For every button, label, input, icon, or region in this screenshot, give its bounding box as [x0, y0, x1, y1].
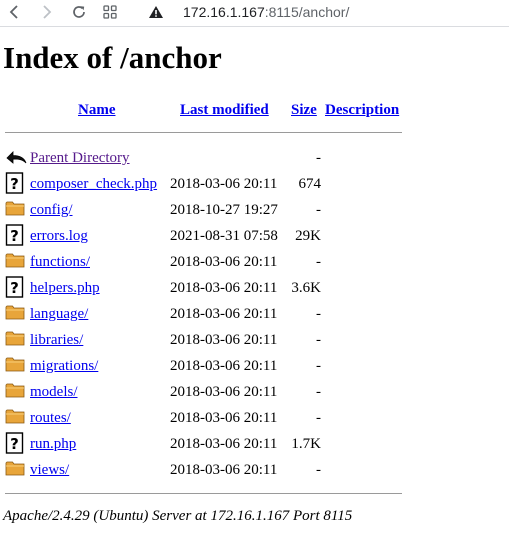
entry-link[interactable]: routes/ — [30, 409, 71, 427]
url-path: :8115/anchor/ — [264, 4, 350, 20]
last-modified-cell: 2018-03-06 20:11 — [170, 436, 278, 452]
last-modified-cell: 2018-03-06 20:11 — [170, 384, 278, 400]
forward-arrow-icon — [43, 5, 52, 19]
svg-text:?: ? — [10, 175, 19, 193]
size-cell: - — [316, 150, 321, 166]
folder-icon — [5, 302, 25, 324]
table-row: ? run.php 2018-03-06 20:11 1.7K — [0, 432, 420, 456]
reload-icon — [73, 6, 85, 18]
table-row: views/2018-03-06 20:11 - — [0, 458, 420, 482]
browser-toolbar: 172.16.1.167:8115/anchor/ — [0, 0, 509, 27]
svg-text:?: ? — [10, 227, 19, 245]
entry-link[interactable]: migrations/ — [30, 357, 98, 375]
entry-link[interactable]: errors.log — [30, 227, 88, 245]
unknown-file-icon: ? — [5, 432, 25, 454]
size-cell: - — [316, 462, 321, 478]
size-cell: - — [316, 384, 321, 400]
sort-by-description-link[interactable]: Description — [325, 101, 399, 119]
sort-by-last-modified-link[interactable]: Last modified — [180, 101, 269, 119]
server-signature: Apache/2.4.29 (Ubuntu) Server at 172.16.… — [3, 508, 353, 524]
table-row: ? helpers.php 2018-03-06 20:11 3.6K — [0, 276, 420, 300]
reload-button[interactable] — [69, 2, 89, 22]
size-cell: 29K — [295, 228, 321, 244]
size-cell: - — [316, 410, 321, 426]
forward-button[interactable] — [37, 2, 57, 22]
unknown-file-icon: ? — [5, 276, 25, 298]
svg-text:?: ? — [10, 435, 19, 453]
entry-link[interactable]: helpers.php — [30, 279, 100, 297]
footer-divider — [5, 493, 402, 494]
table-row: language/2018-03-06 20:11 - — [0, 302, 420, 326]
back-button[interactable] — [5, 2, 25, 22]
size-cell: - — [316, 332, 321, 348]
parent-directory-row: Parent Directory - — [0, 146, 420, 170]
table-row: ? composer_check.php 2018-03-06 20:11 674 — [0, 172, 420, 196]
entry-link[interactable]: language/ — [30, 305, 88, 323]
entry-link[interactable]: functions/ — [30, 253, 90, 271]
folder-icon — [5, 198, 25, 220]
entry-link[interactable]: views/ — [30, 461, 69, 479]
last-modified-cell: 2018-03-06 20:11 — [170, 280, 278, 296]
size-cell: - — [316, 306, 321, 322]
entry-link[interactable]: models/ — [30, 383, 78, 401]
table-row: routes/2018-03-06 20:11 - — [0, 406, 420, 430]
last-modified-cell: 2018-03-06 20:11 — [170, 358, 278, 374]
size-cell: - — [316, 358, 321, 374]
entry-link[interactable]: config/ — [30, 201, 73, 219]
folder-icon — [5, 380, 25, 402]
folder-icon — [5, 250, 25, 272]
header-divider — [5, 132, 402, 133]
back-arrow-icon — [5, 147, 27, 169]
size-cell: 674 — [298, 176, 322, 192]
parent-directory-link[interactable]: Parent Directory — [30, 149, 130, 167]
folder-icon — [5, 328, 25, 350]
url-host: 172.16.1.167 — [183, 4, 265, 20]
back-arrow-icon — [9, 5, 18, 19]
entry-link[interactable]: composer_check.php — [30, 175, 157, 193]
last-modified-cell: 2018-03-06 20:11 — [170, 332, 278, 348]
site-info-button[interactable] — [146, 2, 166, 22]
last-modified-cell: 2018-03-06 20:11 — [170, 176, 278, 192]
last-modified-cell: 2018-03-06 20:11 — [170, 306, 278, 322]
folder-icon — [5, 406, 25, 428]
last-modified-cell: 2018-03-06 20:11 — [170, 462, 278, 478]
last-modified-cell: 2018-10-27 19:27 — [170, 202, 278, 218]
entry-link[interactable]: libraries/ — [30, 331, 83, 349]
size-cell: - — [316, 254, 321, 270]
apps-button[interactable] — [100, 2, 120, 22]
size-cell: 1.7K — [291, 436, 321, 452]
entry-link[interactable]: run.php — [30, 435, 76, 453]
folder-icon — [5, 458, 25, 480]
svg-text:?: ? — [10, 279, 19, 297]
apps-grid-icon — [103, 5, 117, 19]
last-modified-cell: 2018-03-06 20:11 — [170, 410, 278, 426]
unknown-file-icon: ? — [5, 224, 25, 246]
warning-triangle-icon — [149, 6, 163, 18]
size-cell: 3.6K — [291, 280, 321, 296]
table-row: functions/2018-03-06 20:11 - — [0, 250, 420, 274]
sort-by-name-link[interactable]: Name — [78, 101, 116, 119]
last-modified-cell: 2021-08-31 07:58 — [170, 228, 278, 244]
unknown-file-icon: ? — [5, 172, 25, 194]
table-row: libraries/2018-03-06 20:11 - — [0, 328, 420, 352]
address-bar[interactable]: 172.16.1.167:8115/anchor/ — [183, 3, 349, 21]
table-row: migrations/2018-03-06 20:11 - — [0, 354, 420, 378]
page-title: Index of /anchor — [3, 40, 222, 75]
table-row: models/2018-03-06 20:11 - — [0, 380, 420, 404]
table-row: ? errors.log 2021-08-31 07:58 29K — [0, 224, 420, 248]
last-modified-cell: 2018-03-06 20:11 — [170, 254, 278, 270]
table-row: config/2018-10-27 19:27 - — [0, 198, 420, 222]
sort-by-size-link[interactable]: Size — [291, 101, 317, 119]
size-cell: - — [316, 202, 321, 218]
folder-icon — [5, 354, 25, 376]
